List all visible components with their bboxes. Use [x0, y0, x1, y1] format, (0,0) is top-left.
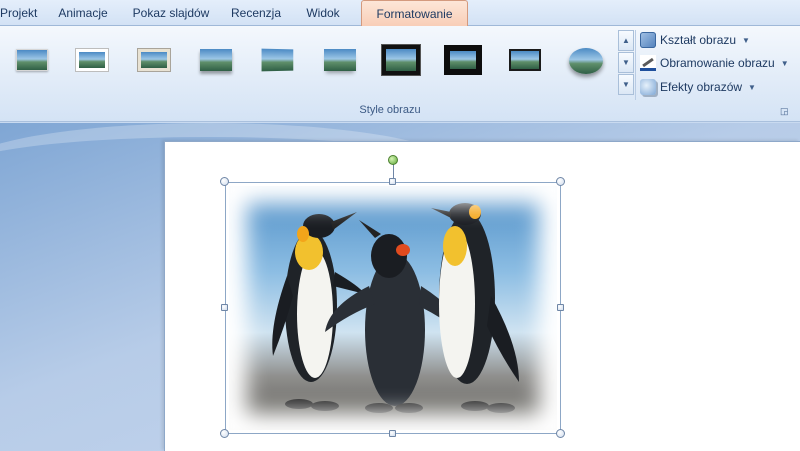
tab-projekt[interactable]: Projekt [0, 0, 37, 26]
picture-shape-label: Kształt obrazu [660, 33, 737, 47]
gallery-scroll-up-button[interactable]: ▲ [618, 30, 634, 51]
picture-effects-icon [640, 79, 656, 95]
group-label: Style obrazu [359, 104, 421, 116]
picture-border-button[interactable]: Obramowanie obrazu ▼ [640, 53, 789, 73]
dialog-launcher-icon[interactable]: ◲ [780, 106, 790, 116]
chevron-down-icon: ▼ [742, 35, 750, 45]
tab-formatowanie[interactable]: Formatowanie [361, 0, 468, 27]
picture-style-1[interactable] [12, 44, 52, 76]
landscape-thumbnail-icon [16, 49, 48, 71]
landscape-thumbnail-icon [261, 48, 294, 72]
tab-animacje[interactable]: Animacje [50, 0, 116, 26]
landscape-thumbnail-icon [509, 49, 541, 71]
gallery-scroll-down-button[interactable]: ▼ [618, 52, 634, 73]
selection-border [225, 182, 561, 434]
ribbon: ▲ ▼ ▼ Kształt obrazu ▼ Obramowanie obraz… [0, 26, 800, 122]
landscape-thumbnail-icon [76, 49, 108, 71]
picture-style-3[interactable] [134, 44, 174, 76]
resize-handle-bottom-right[interactable] [556, 429, 565, 438]
landscape-thumbnail-icon [382, 45, 420, 75]
group-separator [635, 30, 636, 100]
resize-handle-left[interactable] [221, 304, 228, 311]
resize-handle-top-right[interactable] [556, 177, 565, 186]
chevron-up-icon: ▲ [622, 36, 630, 45]
chevron-down-icon: ▼ [622, 58, 630, 67]
picture-border-label: Obramowanie obrazu [660, 56, 775, 70]
picture-shape-icon [640, 32, 656, 48]
picture-style-10[interactable] [566, 44, 606, 76]
landscape-thumbnail-icon [324, 49, 356, 71]
more-icon: ▼ [622, 80, 630, 89]
picture-style-6[interactable] [320, 44, 360, 76]
tab-pokaz-slajdow[interactable]: Pokaz slajdów [126, 0, 216, 26]
landscape-thumbnail-icon [200, 49, 232, 71]
ribbon-tab-bar: Projekt Animacje Pokaz slajdów Recenzja … [0, 0, 800, 27]
landscape-thumbnail-icon [569, 48, 603, 74]
chevron-down-icon: ▼ [780, 58, 789, 68]
picture-shape-button[interactable]: Kształt obrazu ▼ [640, 30, 750, 50]
resize-handle-top[interactable] [389, 178, 396, 185]
picture-effects-label: Efekty obrazów [660, 80, 743, 94]
resize-handle-top-left[interactable] [220, 177, 229, 186]
tab-widok[interactable]: Widok [298, 0, 348, 26]
picture-style-7[interactable] [381, 44, 421, 76]
landscape-thumbnail-icon [138, 49, 170, 71]
resize-handle-bottom-left[interactable] [220, 429, 229, 438]
gallery-scroll: ▲ ▼ ▼ [618, 30, 634, 96]
picture-style-5[interactable] [258, 44, 298, 76]
picture-style-2[interactable] [72, 44, 112, 76]
picture-effects-button[interactable]: Efekty obrazów ▼ [640, 77, 756, 97]
picture-border-icon [640, 55, 656, 71]
gallery-more-button[interactable]: ▼ [618, 74, 634, 95]
picture-style-9[interactable] [505, 44, 545, 76]
rotation-handle[interactable] [388, 155, 398, 165]
resize-handle-bottom[interactable] [389, 430, 396, 437]
tab-recenzja[interactable]: Recenzja [226, 0, 286, 26]
resize-handle-right[interactable] [557, 304, 564, 311]
picture-styles-gallery [0, 30, 618, 96]
picture-style-8[interactable] [443, 44, 483, 76]
landscape-thumbnail-icon [444, 45, 482, 75]
chevron-down-icon: ▼ [748, 82, 756, 92]
picture-style-4[interactable] [196, 44, 236, 76]
